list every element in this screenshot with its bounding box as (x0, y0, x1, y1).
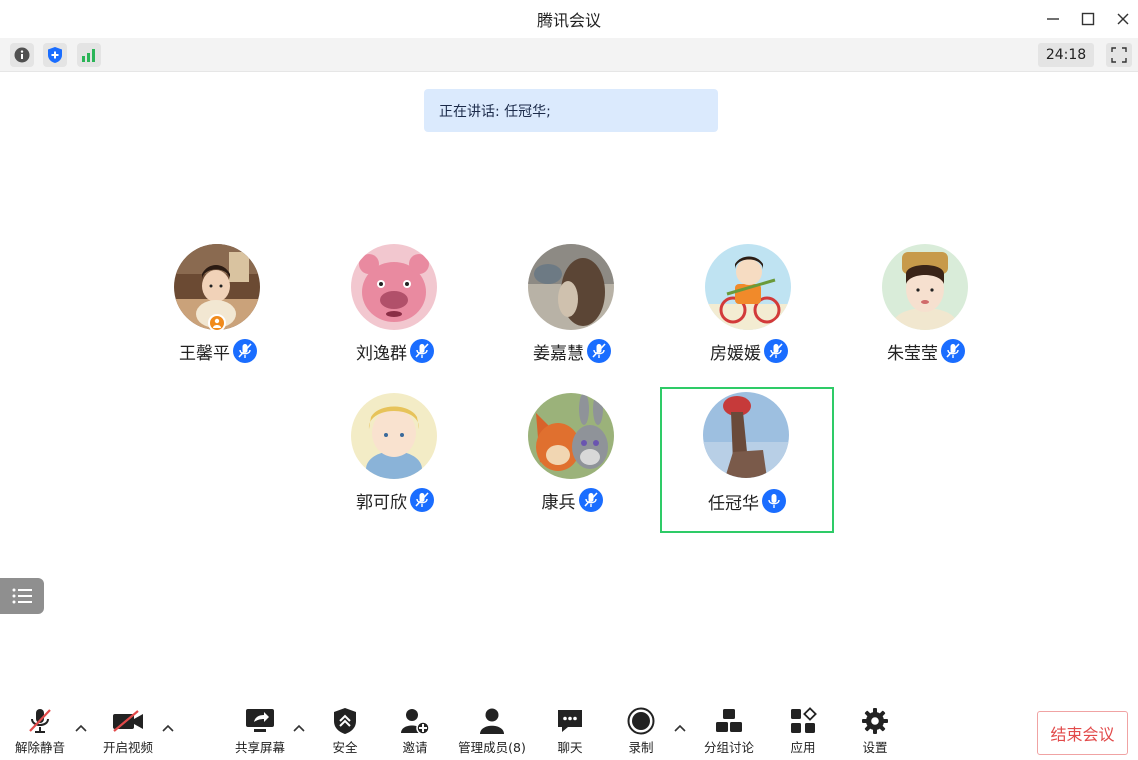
avatar (351, 244, 437, 330)
chat-bubble-icon (556, 706, 584, 735)
participant-tile[interactable]: 康兵 (485, 390, 659, 536)
chevron-up-icon (674, 724, 686, 732)
close-icon (1117, 13, 1129, 25)
host-badge (208, 314, 226, 332)
avatar (528, 393, 614, 479)
participant-name-row: 刘逸群 (308, 338, 482, 364)
title-bar: 腾讯会议 (0, 0, 1138, 38)
participant-name-row: 王馨平 (131, 338, 305, 364)
member-list-toggle-button[interactable] (0, 578, 44, 614)
start-video-button[interactable]: 开启视频 (98, 706, 158, 756)
participant-tile-speaking[interactable]: 任冠华 (660, 387, 834, 533)
participant-name: 康兵 (541, 492, 576, 513)
members-icon (478, 706, 506, 735)
chevron-up-icon (162, 724, 174, 732)
manage-members-button[interactable]: 管理成员(8) (452, 706, 532, 756)
share-screen-button[interactable]: 共享屏幕 (230, 706, 290, 756)
record-options-chevron[interactable] (672, 720, 688, 736)
participant-name: 郭可欣 (356, 492, 407, 513)
maximize-icon (1081, 12, 1095, 26)
security-button[interactable]: 安全 (320, 706, 370, 756)
maximize-button[interactable] (1071, 0, 1105, 38)
security-shield-icon (333, 706, 357, 735)
invite-button[interactable]: 邀请 (390, 706, 440, 756)
apps-grid-icon (789, 706, 817, 735)
minimize-icon (1047, 18, 1059, 20)
record-icon (627, 706, 655, 735)
window-title: 腾讯会议 (536, 11, 601, 30)
apps-button[interactable]: 应用 (778, 706, 828, 756)
video-options-chevron[interactable] (160, 720, 176, 736)
mic-muted-icon (587, 339, 611, 363)
participant-tile[interactable]: 刘逸群 (308, 241, 482, 387)
info-icon (14, 47, 30, 63)
participant-name: 姜嘉慧 (533, 343, 584, 364)
fullscreen-icon (1111, 47, 1127, 63)
participant-name: 任冠华 (708, 493, 759, 514)
mic-muted-icon (410, 488, 434, 512)
chevron-up-icon (75, 724, 87, 732)
participant-tile[interactable]: 朱莹莹 (839, 241, 1013, 387)
signal-bars-icon (82, 49, 95, 62)
participant-tile[interactable]: 房媛媛 (662, 241, 836, 387)
close-button[interactable] (1106, 0, 1138, 38)
participant-name: 王馨平 (179, 343, 230, 364)
participant-tile[interactable]: 王馨平 (131, 241, 305, 387)
avatar (703, 392, 789, 478)
info-bar (0, 38, 1138, 72)
meeting-window: 腾讯会议 24:18 正在讲话: 任冠华; 王馨平 刘逸群 姜嘉慧 房媛媛 朱莹… (0, 0, 1138, 760)
avatar (351, 393, 437, 479)
minimize-button[interactable] (1036, 0, 1070, 38)
share-options-chevron[interactable] (291, 720, 307, 736)
speaking-banner: 正在讲话: 任冠华; (424, 89, 718, 132)
shield-icon (48, 47, 62, 63)
participant-name-row: 姜嘉慧 (485, 338, 659, 364)
breakout-groups-icon (715, 706, 743, 735)
participant-tile[interactable]: 姜嘉慧 (485, 241, 659, 387)
unmute-button[interactable]: 解除静音 (10, 706, 70, 756)
mic-active-icon (762, 489, 786, 513)
avatar (705, 244, 791, 330)
list-icon (12, 588, 32, 604)
avatar (882, 244, 968, 330)
security-status-button[interactable] (43, 43, 67, 67)
chat-button[interactable]: 聊天 (545, 706, 595, 756)
participant-name: 房媛媛 (710, 343, 761, 364)
participant-name: 刘逸群 (356, 343, 407, 364)
participant-tile[interactable]: 郭可欣 (308, 390, 482, 536)
meeting-timer: 24:18 (1038, 43, 1094, 67)
end-meeting-button[interactable]: 结束会议 (1037, 711, 1128, 755)
participant-name-row: 康兵 (485, 487, 659, 513)
add-person-icon (400, 706, 430, 735)
avatar (528, 244, 614, 330)
participant-name-row: 房媛媛 (662, 338, 836, 364)
share-screen-icon (245, 706, 275, 735)
mic-muted-icon (578, 488, 603, 512)
camera-off-icon (112, 706, 144, 735)
participant-name-row: 朱莹莹 (839, 338, 1013, 364)
breakout-rooms-button[interactable]: 分组讨论 (699, 706, 759, 756)
meeting-info-button[interactable] (10, 43, 34, 67)
person-icon (213, 318, 221, 328)
chevron-up-icon (293, 724, 305, 732)
mic-muted-icon (233, 339, 257, 363)
participant-name-row: 任冠华 (662, 488, 832, 514)
audio-options-chevron[interactable] (73, 720, 89, 736)
participant-name-row: 郭可欣 (308, 487, 482, 513)
record-button[interactable]: 录制 (616, 706, 666, 756)
mic-muted-icon (410, 339, 434, 363)
mic-off-icon (27, 706, 53, 735)
mic-muted-icon (941, 339, 965, 363)
gear-icon (861, 706, 889, 735)
fullscreen-button[interactable] (1106, 43, 1132, 67)
settings-button[interactable]: 设置 (850, 706, 900, 756)
participant-name: 朱莹莹 (887, 343, 938, 364)
network-status-button[interactable] (77, 43, 101, 67)
mic-muted-icon (764, 339, 788, 363)
